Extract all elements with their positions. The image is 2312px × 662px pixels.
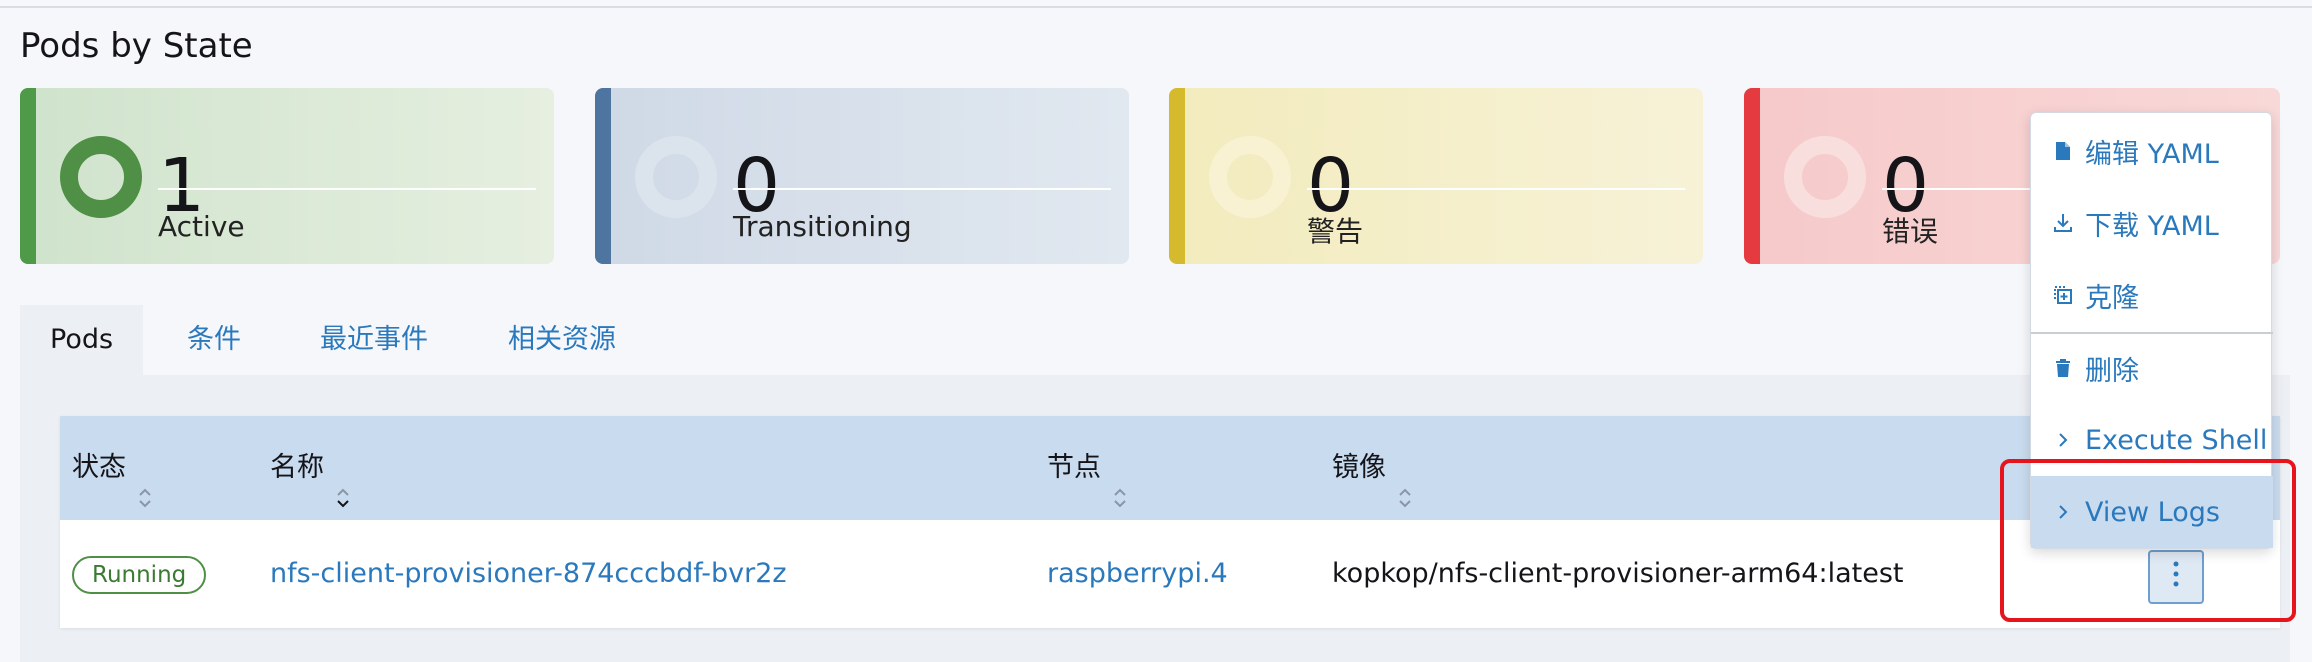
- trash-icon: [2053, 357, 2073, 379]
- state-card-transitioning: 0 Transitioning: [595, 88, 1129, 264]
- state-label: 警告: [1307, 215, 1364, 248]
- chevron-right-icon: [2053, 429, 2073, 451]
- state-label: Transitioning: [733, 210, 912, 243]
- state-color-bar: [1169, 88, 1185, 264]
- menu-item-label: 编辑 YAML: [2085, 138, 2219, 170]
- file-icon: [2053, 140, 2073, 162]
- clone-icon: [2053, 284, 2073, 306]
- node-link[interactable]: raspberrypi.4: [1047, 520, 1228, 628]
- donut-icon: [635, 136, 717, 218]
- state-card-active: 1 Active: [20, 88, 554, 264]
- tab-recent-events[interactable]: 最近事件: [320, 305, 428, 375]
- card-divider: [158, 188, 536, 190]
- donut-icon: [1784, 136, 1866, 218]
- pods-table: 状态 名称 节点 镜像 Running nfs-client-provision…: [60, 416, 2280, 628]
- table-row: Running nfs-client-provisioner-874cccbdf…: [60, 520, 2280, 628]
- status-badge: Running: [72, 556, 207, 594]
- pod-name-link[interactable]: nfs-client-provisioner-874cccbdf-bvr2z: [270, 520, 787, 628]
- menu-item-edit-yaml[interactable]: 编辑 YAML: [2031, 115, 2273, 187]
- menu-item-clone[interactable]: 克隆: [2031, 259, 2273, 331]
- sort-icon: [334, 453, 352, 508]
- tab-related-resources[interactable]: 相关资源: [508, 305, 616, 375]
- menu-item-label: 下载 YAML: [2085, 210, 2219, 242]
- image-cell: kopkop/nfs-client-provisioner-arm64:late…: [1332, 558, 1904, 589]
- donut-icon: [60, 136, 142, 218]
- tab-bar: Pods 条件 最近事件 相关资源: [20, 305, 2290, 375]
- menu-item-label: 克隆: [2085, 282, 2139, 314]
- column-header-image[interactable]: 镜像: [1332, 416, 1414, 520]
- sort-icon: [1396, 453, 1414, 508]
- card-divider: [733, 188, 1111, 190]
- column-label: 状态: [72, 452, 126, 483]
- column-label: 节点: [1047, 452, 1101, 483]
- download-icon: [2053, 212, 2073, 234]
- menu-item-download-yaml[interactable]: 下载 YAML: [2031, 187, 2273, 259]
- top-divider: [0, 6, 2312, 8]
- column-header-status[interactable]: 状态: [72, 416, 154, 520]
- state-color-bar: [595, 88, 611, 264]
- state-card-warning: 0 警告: [1169, 88, 1703, 264]
- card-divider: [1882, 188, 2032, 190]
- column-header-name[interactable]: 名称: [270, 416, 352, 520]
- state-label: 错误: [1882, 215, 1939, 248]
- column-label: 名称: [270, 452, 324, 483]
- state-color-bar: [1744, 88, 1760, 264]
- menu-item-label: 删除: [2085, 355, 2139, 387]
- menu-item-delete[interactable]: 删除: [2031, 332, 2273, 404]
- column-label: 镜像: [1332, 452, 1386, 483]
- donut-icon: [1209, 136, 1291, 218]
- column-header-node[interactable]: 节点: [1047, 416, 1129, 520]
- annotation-highlight-box: [2000, 459, 2296, 622]
- state-color-bar: [20, 88, 36, 264]
- table-header: 状态 名称 节点 镜像: [60, 416, 2280, 520]
- tab-conditions[interactable]: 条件: [187, 305, 241, 375]
- section-title: Pods by State: [20, 26, 253, 66]
- state-label: Active: [158, 210, 245, 243]
- card-divider: [1307, 188, 1685, 190]
- sort-icon: [1111, 453, 1129, 508]
- tab-pods[interactable]: Pods: [20, 305, 144, 375]
- sort-icon: [136, 453, 154, 508]
- menu-item-label: Execute Shell: [2085, 424, 2268, 456]
